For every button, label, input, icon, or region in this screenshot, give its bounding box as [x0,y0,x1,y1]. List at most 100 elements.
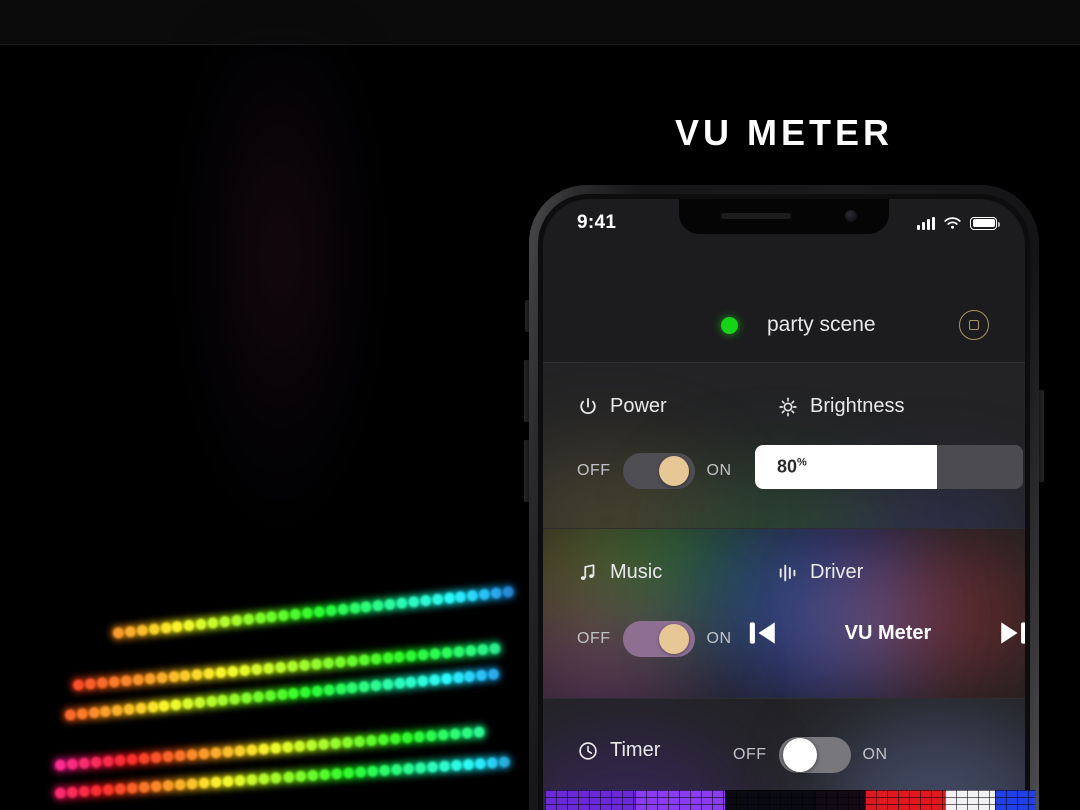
driver-controls: VU Meter [743,607,1025,659]
power-toggle-on-label: ON [706,462,732,479]
brightness-label-group: Brightness [777,395,905,418]
led-pixel [298,659,311,672]
led-pixel [162,779,175,792]
led-pixel [461,727,474,739]
led-pixel [437,729,450,741]
led-pixel [342,767,355,779]
led-pixel [138,781,151,794]
music-toggle-row[interactable]: OFF ON [577,621,732,657]
led-pixel [159,621,172,635]
led-pixel [429,647,442,660]
led-pixel [54,787,67,799]
led-pixel [84,678,97,690]
led-pixel [64,708,77,721]
led-pixel [245,744,258,756]
led-pixel [183,619,196,632]
led-pixel [206,616,219,630]
led-pixel [389,732,402,745]
timer-toggle[interactable] [778,737,851,773]
brightness-slider[interactable]: 80% [755,445,1023,489]
led-pixel [99,705,112,718]
page-title: VU METER [674,112,893,153]
stop-circle-icon[interactable] [959,310,989,340]
led-pixel [478,588,491,601]
led-pixel [378,764,391,777]
led-pixel [205,695,218,708]
led-pixel [179,669,192,682]
led-pixel [475,669,488,682]
led-pixel [112,626,125,639]
status-bar-icons [917,216,1000,231]
scene-header: party scene [543,294,1025,356]
led-pixel [120,674,132,687]
led-pixel [486,757,499,769]
phone-mockup: 9:41 party scene Power Brightness OFF ON… [529,185,1039,810]
screenshot-root: VU METER 9:41 party scene Power Brightne… [0,0,1080,810]
music-toggle-knob [658,624,689,654]
led-pixel [198,747,210,760]
music-driver-panel: Music Driver OFF ON VU Meter [543,528,1025,698]
led-pixel [90,756,103,769]
skip-previous-icon[interactable] [743,616,781,650]
led-pixel [487,668,500,681]
power-toggle-off-label: OFF [577,462,611,479]
led-pixel [150,751,163,764]
led-pixel [66,758,79,771]
led-pixel [452,671,465,684]
led-pixel [286,660,299,673]
timer-panel: Timer OFF ON [543,698,1025,810]
led-pixel [474,757,487,770]
led-pixel [381,652,394,664]
timer-toggle-row[interactable]: OFF ON [733,737,888,773]
led-pixel [369,679,382,692]
led-pixel [230,614,243,627]
led-pixel [218,615,231,628]
led-pixel [310,658,323,671]
led-pixel [195,618,208,631]
clock-icon [579,741,597,760]
led-pixel [227,665,240,678]
led-pixel [193,696,206,709]
led-pixel [257,743,270,755]
led-pixel [358,654,370,666]
skip-next-icon[interactable] [995,616,1025,650]
brightness-label: Brightness [810,395,905,417]
led-pixel [299,686,312,699]
led-pixel [264,689,277,702]
led-pixel [365,734,378,747]
led-pixel [354,766,367,779]
led-pixel [126,753,139,766]
led-pixel [414,762,427,774]
timer-label-group: Timer [577,739,660,762]
driver-label: Driver [810,561,864,583]
led-pixel [123,703,136,716]
led-pixel [377,733,390,746]
led-pixel [419,594,432,607]
music-toggle-on-label: ON [706,630,732,647]
timer-toggle-off-label: OFF [733,746,767,763]
led-pixel [428,673,441,686]
led-pixel [413,730,426,743]
led-pixel [96,676,109,689]
led-pixel [143,672,156,685]
led-pixel [275,688,288,701]
power-toggle[interactable] [622,453,695,489]
led-pixel [311,685,324,698]
music-toggle[interactable] [622,621,695,657]
led-pixel [346,681,359,694]
timer-toggle-on-label: ON [862,746,888,763]
led-pixel [228,693,241,706]
led-pixel [289,608,302,621]
led-pixel [186,748,198,761]
led-pixel [353,735,366,748]
led-pixel [186,778,199,790]
brightness-sun-icon [779,397,797,416]
led-pixel [87,706,100,719]
led-pixel [372,599,385,612]
scene-name: party scene [767,313,876,336]
power-toggle-row[interactable]: OFF ON [577,453,732,489]
led-pixel [254,611,267,625]
power-brightness-labels: Power Brightness [543,395,1025,418]
led-pixel [281,741,294,754]
led-pixel [277,609,290,622]
